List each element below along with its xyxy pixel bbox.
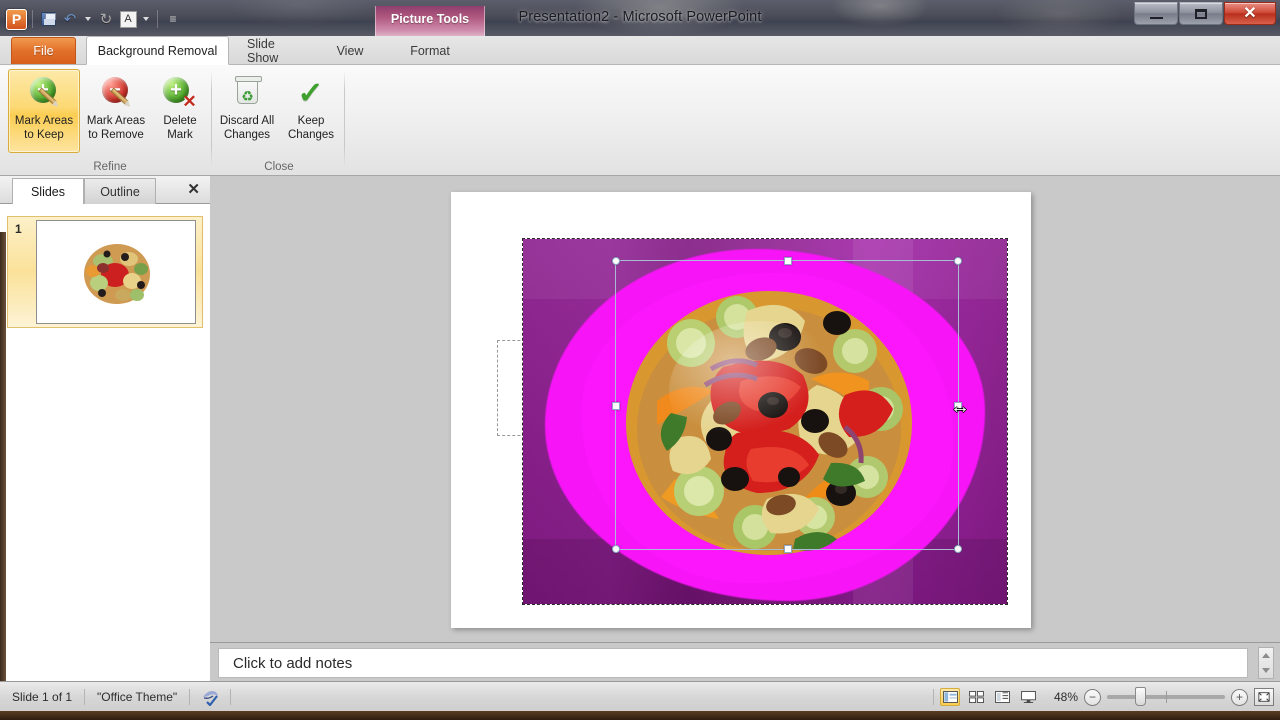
picture-tools-banner: Picture Tools bbox=[375, 6, 485, 36]
ribbon-group-close: ♻ Discard All Changes ✓ Keep Changes Clo… bbox=[214, 65, 344, 176]
slide-show-view-icon[interactable] bbox=[1018, 688, 1038, 706]
picture-tools-label: Picture Tools bbox=[390, 12, 470, 26]
zoom-in-button[interactable]: + bbox=[1231, 688, 1248, 706]
window-controls[interactable]: ✕ bbox=[1133, 2, 1276, 25]
discard-label-1: Discard All bbox=[219, 115, 275, 127]
tab-view[interactable]: View bbox=[327, 36, 373, 65]
delete-mark-icon: + ✕ bbox=[163, 76, 197, 110]
tab-slide-show[interactable]: Slide Show bbox=[237, 36, 319, 65]
delete-mark-label-1: Delete bbox=[163, 115, 197, 127]
maximize-button[interactable] bbox=[1179, 2, 1223, 25]
list-item[interactable]: 1 bbox=[7, 216, 203, 328]
close-button[interactable]: ✕ bbox=[1224, 2, 1276, 25]
desktop-bezel bbox=[0, 711, 1280, 720]
mark-keep-icon: + bbox=[27, 76, 61, 110]
window-title: Presentation2 - Microsoft PowerPoint bbox=[518, 9, 762, 25]
delete-mark-button[interactable]: + ✕ Delete Mark bbox=[152, 69, 208, 153]
notes-input[interactable]: Click to add notes bbox=[218, 648, 1248, 678]
zoom-out-button[interactable]: − bbox=[1084, 688, 1101, 706]
resize-handle-bottom-right[interactable] bbox=[954, 545, 962, 553]
resize-handle-top-left[interactable] bbox=[612, 257, 620, 265]
zoom-level[interactable]: 48% bbox=[1044, 690, 1078, 704]
close-group-label: Close bbox=[264, 161, 294, 173]
panel-edge bbox=[0, 232, 6, 709]
tab-file[interactable]: File bbox=[11, 37, 76, 64]
picture-selection-frame bbox=[612, 257, 962, 553]
thumbnail-salad-image bbox=[37, 221, 195, 323]
minimize-button[interactable] bbox=[1134, 2, 1178, 25]
scroll-up-icon[interactable] bbox=[1262, 653, 1270, 658]
title-bar: P ↶ ↻ A ≡ Presentation2 - Microsoft Powe… bbox=[0, 0, 1280, 36]
tab-background-removal[interactable]: Background Removal bbox=[86, 36, 229, 65]
ribbon-group-divider-1 bbox=[211, 71, 212, 167]
spellcheck-icon[interactable] bbox=[200, 688, 220, 707]
discard-all-changes-button[interactable]: ♻ Discard All Changes bbox=[214, 69, 280, 153]
slide-thumbnail[interactable] bbox=[36, 220, 196, 324]
tab-outline[interactable]: Outline bbox=[84, 178, 156, 204]
keep-changes-icon: ✓ bbox=[297, 77, 324, 110]
resize-handle-bottom-left[interactable] bbox=[612, 545, 620, 553]
mark-remove-label-2: to Remove bbox=[88, 129, 144, 142]
ribbon: + Mark Areas to Keep − Mark Areas bbox=[0, 65, 1280, 176]
tab-slides[interactable]: Slides bbox=[12, 178, 84, 204]
slide-counter[interactable]: Slide 1 of 1 bbox=[0, 690, 84, 704]
discard-label-2: Changes bbox=[223, 129, 271, 142]
mark-remove-icon: − bbox=[99, 76, 133, 110]
theme-name[interactable]: "Office Theme" bbox=[85, 690, 189, 704]
slides-panel: Slides Outline ✕ 1 bbox=[0, 176, 210, 709]
slides-panel-tabs[interactable]: Slides Outline ✕ bbox=[0, 176, 210, 204]
delete-mark-label-2: Mark bbox=[167, 129, 193, 142]
discard-changes-icon: ♻ bbox=[230, 76, 264, 110]
status-bar: Slide 1 of 1 "Office Theme" 48% − + bbox=[0, 681, 1280, 711]
ribbon-group-refine: + Mark Areas to Keep − Mark Areas bbox=[8, 65, 212, 176]
notes-scrollbar[interactable] bbox=[1258, 647, 1274, 679]
keep-label-2: Changes bbox=[287, 129, 335, 142]
status-right-controls[interactable]: 48% − + bbox=[933, 682, 1274, 712]
resize-handle-top-center[interactable] bbox=[784, 257, 792, 265]
status-divider-4 bbox=[933, 689, 934, 705]
resize-handle-bottom-center[interactable] bbox=[784, 545, 792, 553]
slide-sorter-view-icon[interactable] bbox=[966, 688, 986, 706]
mark-areas-to-remove-button[interactable]: − Mark Areas to Remove bbox=[80, 69, 152, 153]
mark-keep-label-2: to Keep bbox=[24, 129, 64, 142]
zoom-slider-thumb[interactable] bbox=[1135, 687, 1146, 706]
mark-remove-label-1: Mark Areas bbox=[86, 115, 146, 127]
mark-keep-label-1: Mark Areas bbox=[14, 115, 74, 127]
status-divider-2 bbox=[189, 688, 191, 705]
resize-cursor-icon: ↔ bbox=[950, 396, 970, 418]
notes-pane[interactable]: Click to add notes bbox=[210, 642, 1280, 681]
resize-handle-top-right[interactable] bbox=[954, 257, 962, 265]
refine-group-label: Refine bbox=[93, 161, 127, 173]
zoom-slider-tick bbox=[1166, 691, 1167, 703]
zoom-slider[interactable] bbox=[1107, 687, 1225, 706]
ribbon-tab-strip[interactable]: File Background Removal Slide Show View … bbox=[0, 36, 1280, 101]
fit-to-window-button[interactable] bbox=[1254, 688, 1274, 706]
keep-changes-button[interactable]: ✓ Keep Changes bbox=[280, 69, 342, 153]
reading-view-icon[interactable] bbox=[992, 688, 1012, 706]
status-divider-3 bbox=[230, 688, 232, 705]
tab-format[interactable]: Format bbox=[378, 36, 482, 65]
slide-number: 1 bbox=[15, 222, 22, 236]
resize-handle-middle-left[interactable] bbox=[612, 402, 620, 410]
ribbon-group-divider-2 bbox=[344, 71, 345, 167]
slides-panel-body: 1 bbox=[0, 204, 210, 709]
powerpoint-window: P ↶ ↻ A ≡ Presentation2 - Microsoft Powe… bbox=[0, 0, 1280, 720]
slide-editor-area[interactable]: ↔ bbox=[210, 176, 1280, 642]
mark-areas-to-keep-button[interactable]: + Mark Areas to Keep bbox=[8, 69, 80, 153]
close-panel-icon[interactable]: ✕ bbox=[187, 182, 200, 197]
normal-view-icon[interactable] bbox=[940, 688, 960, 706]
scroll-down-icon[interactable] bbox=[1262, 668, 1270, 673]
keep-label-1: Keep bbox=[297, 115, 325, 127]
